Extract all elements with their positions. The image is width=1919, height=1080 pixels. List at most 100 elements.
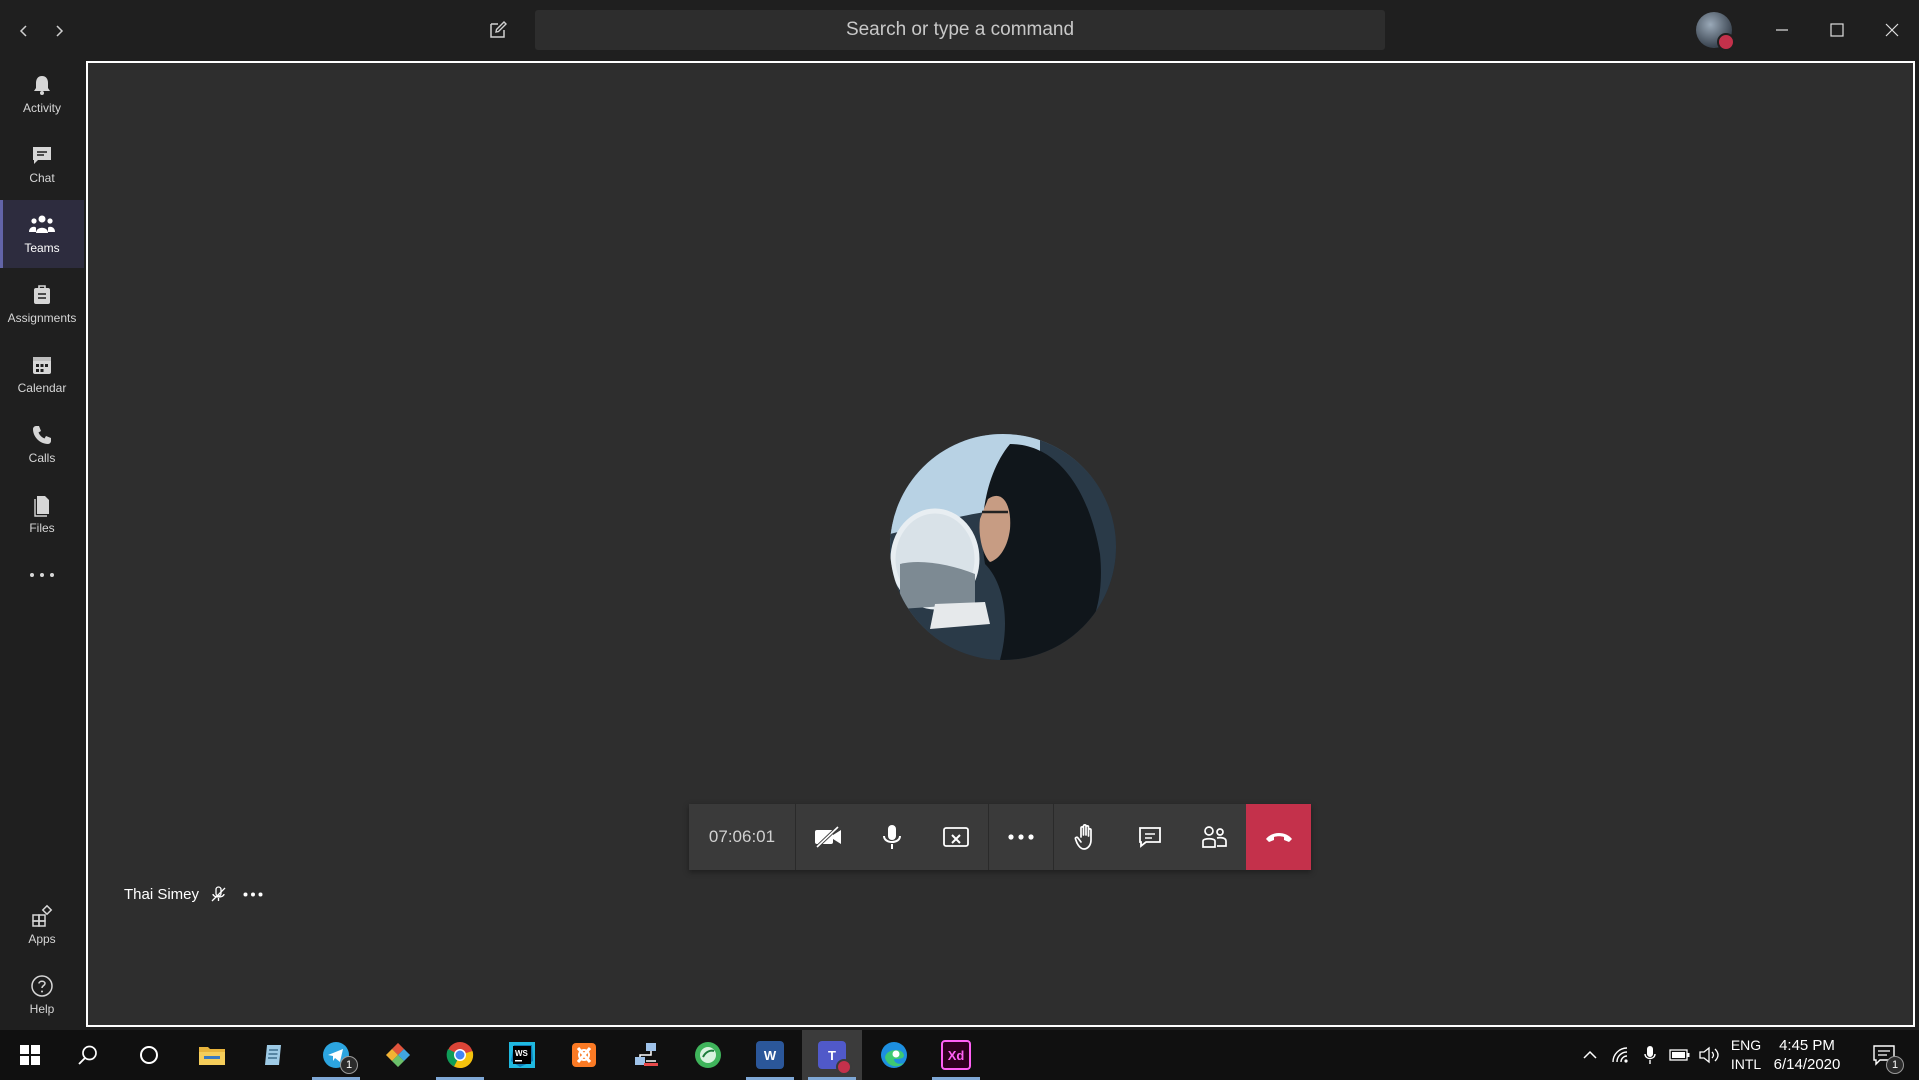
start-button[interactable] xyxy=(0,1030,60,1080)
participants-icon xyxy=(1202,826,1227,848)
profile-avatar[interactable] xyxy=(1696,12,1735,51)
more-actions-button[interactable] xyxy=(989,804,1054,870)
call-timer: 07:06:01 xyxy=(689,804,796,870)
taskbar-app-adobe-xd[interactable]: Xd xyxy=(926,1030,986,1080)
sidebar-item-calendar[interactable]: Calendar xyxy=(0,340,84,408)
sidebar-item-label: Assignments xyxy=(7,311,77,325)
chat-icon xyxy=(1139,827,1161,848)
keyboard-label: INTL xyxy=(1730,1056,1762,1072)
telegram-badge: 1 xyxy=(340,1056,358,1074)
network-tool-icon xyxy=(635,1043,658,1066)
raise-hand-button[interactable] xyxy=(1054,804,1118,870)
participant-more-button[interactable] xyxy=(243,892,263,897)
language-label: ENG xyxy=(1730,1037,1762,1053)
taskbar-app-git-tool[interactable] xyxy=(368,1030,428,1080)
battery-icon xyxy=(1669,1049,1690,1061)
minimize-button[interactable] xyxy=(1760,10,1804,50)
bell-icon xyxy=(34,76,50,95)
participant-avatar xyxy=(890,434,1116,660)
apps-icon xyxy=(32,904,53,927)
taskbar-app-notepad[interactable] xyxy=(244,1030,304,1080)
folder-icon xyxy=(199,1047,225,1065)
cortana-icon xyxy=(140,1046,158,1064)
word-icon: W xyxy=(756,1041,784,1069)
maximize-icon xyxy=(1830,23,1844,37)
chevron-right-icon xyxy=(56,25,64,37)
green-app-icon xyxy=(695,1042,721,1068)
microphone-icon xyxy=(1644,1046,1656,1064)
sidebar-item-label: Apps xyxy=(28,932,56,946)
input-language-button[interactable]: ENG INTL xyxy=(1724,1036,1768,1074)
search-input[interactable]: Search or type a command xyxy=(535,10,1385,50)
microphone-icon xyxy=(883,825,901,849)
network-tray-button[interactable] xyxy=(1608,1030,1634,1080)
search-icon xyxy=(78,1045,97,1065)
search-placeholder: Search or type a command xyxy=(845,19,1075,40)
taskbar-app-webstorm[interactable]: WS xyxy=(492,1030,552,1080)
taskbar-app-telegram[interactable]: 1 xyxy=(306,1030,366,1080)
sidebar-item-apps[interactable]: Apps xyxy=(0,891,84,959)
volume-tray-button[interactable] xyxy=(1696,1030,1722,1080)
battery-tray-button[interactable] xyxy=(1666,1030,1694,1080)
hand-icon xyxy=(1074,824,1092,850)
title-bar: Search or type a command xyxy=(0,0,1919,60)
forward-button[interactable] xyxy=(46,18,72,44)
taskbar-app-chrome[interactable] xyxy=(430,1030,490,1080)
windows-taskbar: 1 WS W T Xd ENG INTL 4:45 PM 6/14/2020 1 xyxy=(0,1030,1919,1080)
sidebar-item-teams[interactable]: Teams xyxy=(0,200,84,268)
phone-icon xyxy=(33,426,51,444)
mic-toggle-button[interactable] xyxy=(860,804,924,870)
sidebar-item-chat[interactable]: Chat xyxy=(0,130,84,198)
hang-up-icon xyxy=(1265,833,1292,842)
taskbar-app-file-explorer[interactable] xyxy=(182,1030,242,1080)
sidebar-item-label: Calls xyxy=(28,451,56,465)
taskbar-app-teams[interactable]: T xyxy=(802,1030,862,1080)
sidebar-item-label: Activity xyxy=(22,101,61,115)
chevron-up-icon xyxy=(1583,1050,1597,1059)
more-apps-button[interactable] xyxy=(0,550,84,600)
show-conversation-button[interactable] xyxy=(1118,804,1182,870)
sidebar-item-files[interactable]: Files xyxy=(0,480,84,548)
sidebar-item-assignments[interactable]: Assignments xyxy=(0,270,84,338)
camera-toggle-button[interactable] xyxy=(796,804,860,870)
teams-app-icon: T xyxy=(818,1041,852,1075)
back-button[interactable] xyxy=(11,18,37,44)
taskbar-app-word[interactable]: W xyxy=(740,1030,800,1080)
new-chat-button[interactable] xyxy=(482,16,514,44)
taskbar-app-xampp[interactable] xyxy=(554,1030,614,1080)
participant-name-tag: Thai Simey xyxy=(124,885,263,903)
close-icon xyxy=(1885,23,1899,37)
show-hidden-icons-button[interactable] xyxy=(1578,1030,1602,1080)
taskbar-search-button[interactable] xyxy=(58,1030,118,1080)
svg-text:WS: WS xyxy=(515,1049,529,1058)
taskbar-app-edge[interactable] xyxy=(864,1030,924,1080)
taskbar-app-green[interactable] xyxy=(678,1030,738,1080)
calendar-icon xyxy=(33,357,51,374)
chevron-left-icon xyxy=(19,25,27,37)
presence-busy-icon xyxy=(1717,33,1735,51)
speaker-icon xyxy=(1699,1046,1719,1064)
hang-up-button[interactable] xyxy=(1246,804,1311,870)
taskbar-app-network-tool[interactable] xyxy=(616,1030,676,1080)
compose-icon xyxy=(490,21,507,38)
sidebar-item-label: Teams xyxy=(24,241,60,255)
show-participants-button[interactable] xyxy=(1182,804,1246,870)
share-screen-button[interactable] xyxy=(924,804,989,870)
teams-icon xyxy=(29,215,55,233)
microphone-tray-button[interactable] xyxy=(1637,1030,1663,1080)
edge-icon xyxy=(881,1042,907,1068)
app-bar: Activity Chat Teams Assignments Calendar… xyxy=(0,60,84,1030)
clock-time: 4:45 PM xyxy=(1779,1037,1835,1054)
call-controls: 07:06:01 xyxy=(689,804,1311,870)
sidebar-item-activity[interactable]: Activity xyxy=(0,60,84,128)
adobe-xd-icon: Xd xyxy=(941,1040,971,1070)
sidebar-item-calls[interactable]: Calls xyxy=(0,410,84,478)
participant-photo xyxy=(890,434,1116,660)
sidebar-item-help[interactable]: Help xyxy=(0,961,84,1029)
taskbar-clock[interactable]: 4:45 PM 6/14/2020 xyxy=(1771,1036,1843,1074)
notification-count-badge: 1 xyxy=(1886,1056,1904,1074)
maximize-button[interactable] xyxy=(1815,10,1859,50)
action-center-button[interactable]: 1 xyxy=(1864,1030,1904,1080)
close-button[interactable] xyxy=(1870,10,1914,50)
cortana-button[interactable] xyxy=(119,1030,179,1080)
